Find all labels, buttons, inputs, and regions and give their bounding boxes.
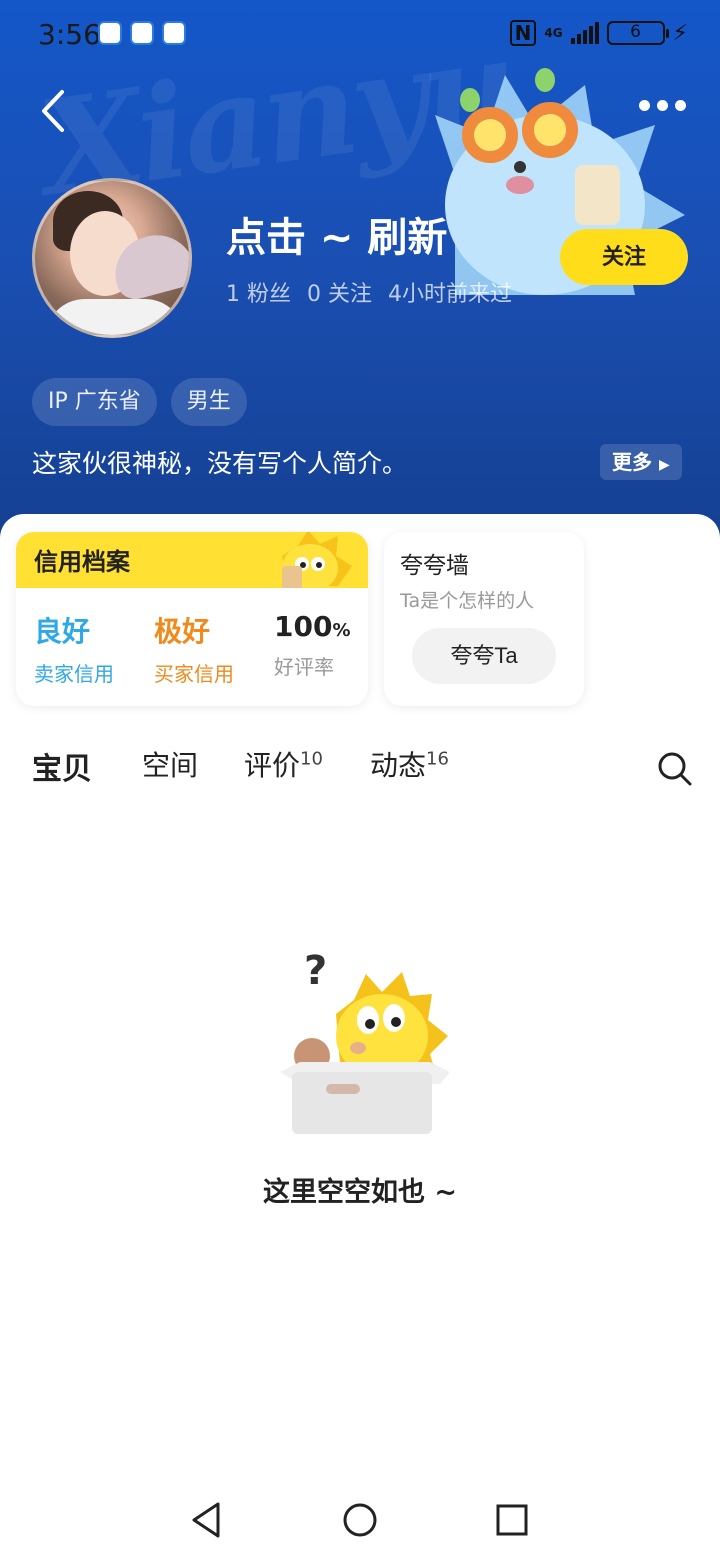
nav-back-icon[interactable] [188, 1500, 228, 1540]
profile-header: Xianyu 3:56 N 4G 6 ⚡ 点击 ~ 刷新 1 粉丝 0 关注 4… [0, 0, 720, 560]
empty-state-text: 这里空空如也 ~ [262, 1177, 458, 1208]
tab-items-label: 宝贝 [32, 752, 92, 787]
profile-tags: IP 广东省 男生 [32, 378, 247, 426]
nav-home-icon[interactable] [340, 1500, 380, 1540]
seller-credit: 良好 卖家信用 [34, 610, 114, 687]
signal-icon [570, 22, 599, 44]
credit-card-body: 良好 卖家信用 极好 买家信用 100% 好评率 [16, 588, 368, 706]
praise-wall-card[interactable]: 夸夸墙 Ta是个怎样的人 夸夸Ta [384, 532, 584, 706]
more-button[interactable]: 更多 ▶ [600, 444, 682, 480]
tab-activity[interactable]: 动态16 [370, 744, 449, 784]
more-options-icon[interactable] [639, 100, 686, 111]
tab-reviews-count: 10 [300, 748, 323, 770]
seller-credit-label: 卖家信用 [34, 662, 114, 686]
credit-card-header: 信用档案 [16, 532, 368, 592]
praise-wall-title: 夸夸墙 [400, 553, 469, 579]
tab-reviews[interactable]: 评价10 [244, 744, 323, 784]
status-time: 3:56 [38, 18, 101, 51]
tab-activity-count: 16 [426, 748, 449, 770]
last-active: 4小时前来过 [388, 282, 512, 307]
svg-text:?: ? [304, 948, 327, 994]
nav-recents-icon[interactable] [492, 1500, 532, 1540]
back-arrow-icon[interactable] [36, 86, 76, 136]
yellow-mascot-icon [282, 532, 352, 592]
system-nav-bar [0, 1480, 720, 1560]
more-label: 更多 [612, 450, 652, 474]
positive-rate: 100% 好评率 [274, 610, 351, 680]
cloud-app-icon [98, 21, 122, 45]
praise-button[interactable]: 夸夸Ta [412, 628, 556, 684]
username[interactable]: 点击 ~ 刷新 [226, 205, 447, 263]
following-count[interactable]: 0 关注 [307, 276, 372, 308]
battery-icon: 6 [606, 21, 669, 45]
search-icon[interactable] [656, 750, 692, 786]
status-indicators: N 4G 6 ⚡ [509, 20, 688, 46]
tab-reviews-label: 评价 [244, 749, 301, 782]
avatar[interactable] [32, 178, 192, 338]
tab-activity-label: 动态 [370, 749, 427, 782]
buyer-credit: 极好 买家信用 [154, 610, 234, 687]
music-app-icon [130, 21, 154, 45]
follow-button[interactable]: 关注 [560, 229, 688, 285]
profile-content: 信用档案 良好 卖家信用 极好 买家信用 100% 好评率 夸夸墙 Ta是个怎样… [0, 514, 720, 1480]
network-type: 4G [544, 26, 563, 40]
credit-archive-card[interactable]: 信用档案 良好 卖家信用 极好 买家信用 100% 好评率 [16, 532, 368, 706]
ip-location-tag: IP 广东省 [32, 378, 157, 426]
status-bar: 3:56 N 4G 6 ⚡ [0, 0, 720, 68]
triangle-right-icon: ▶ [658, 457, 670, 473]
tab-items[interactable]: 宝贝 [32, 744, 92, 788]
profile-bio: 这家伙很神秘，没有写个人简介。 [32, 449, 408, 478]
positive-rate-unit: % [332, 620, 351, 641]
empty-box-illustration: ? [280, 948, 450, 1134]
tab-space-label: 空间 [142, 749, 199, 782]
seller-credit-value: 良好 [34, 615, 91, 648]
praise-wall-subtitle: Ta是个怎样的人 [400, 590, 535, 612]
positive-rate-value: 100 [274, 610, 333, 643]
browser-app-icon [162, 21, 186, 45]
buyer-credit-label: 买家信用 [154, 662, 234, 686]
nfc-icon: N [509, 20, 537, 46]
profile-stats: 1 粉丝 0 关注 4小时前来过 [226, 276, 512, 308]
notification-icons [98, 21, 186, 45]
buyer-credit-value: 极好 [154, 615, 211, 648]
followers-count[interactable]: 1 粉丝 [226, 276, 291, 308]
profile-tabs: 宝贝 空间 评价10 动态16 [32, 744, 692, 804]
positive-rate-label: 好评率 [274, 655, 334, 679]
credit-title: 信用档案 [34, 548, 130, 576]
charging-icon: ⚡ [672, 20, 688, 46]
gender-tag: 男生 [170, 378, 247, 426]
tab-space[interactable]: 空间 [142, 744, 198, 784]
